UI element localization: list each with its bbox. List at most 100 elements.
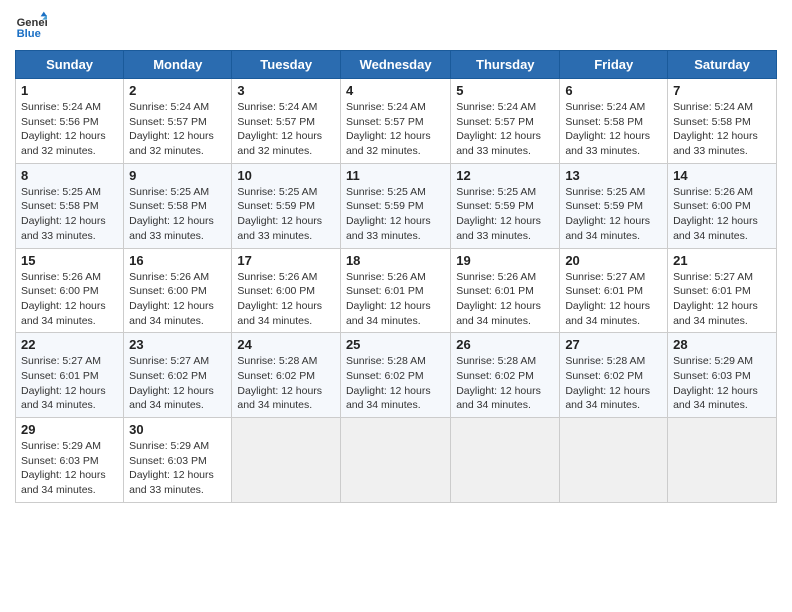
day-number: 29 — [21, 422, 118, 437]
day-number: 20 — [565, 253, 662, 268]
calendar-cell: 28 Sunrise: 5:29 AM Sunset: 6:03 PM Dayl… — [668, 333, 777, 418]
svg-text:General: General — [17, 17, 47, 29]
day-info: Sunrise: 5:28 AM Sunset: 6:02 PM Dayligh… — [237, 354, 335, 413]
calendar-cell: 1 Sunrise: 5:24 AM Sunset: 5:56 PM Dayli… — [16, 79, 124, 164]
day-headers-row: SundayMondayTuesdayWednesdayThursdayFrid… — [16, 51, 777, 79]
calendar-cell: 30 Sunrise: 5:29 AM Sunset: 6:03 PM Dayl… — [124, 418, 232, 503]
day-number: 8 — [21, 168, 118, 183]
day-info: Sunrise: 5:24 AM Sunset: 5:58 PM Dayligh… — [673, 100, 771, 159]
column-header-saturday: Saturday — [668, 51, 777, 79]
calendar-table: SundayMondayTuesdayWednesdayThursdayFrid… — [15, 50, 777, 503]
day-info: Sunrise: 5:25 AM Sunset: 5:59 PM Dayligh… — [237, 185, 335, 244]
column-header-tuesday: Tuesday — [232, 51, 341, 79]
calendar-cell: 7 Sunrise: 5:24 AM Sunset: 5:58 PM Dayli… — [668, 79, 777, 164]
calendar-cell: 24 Sunrise: 5:28 AM Sunset: 6:02 PM Dayl… — [232, 333, 341, 418]
calendar-cell: 18 Sunrise: 5:26 AM Sunset: 6:01 PM Dayl… — [340, 248, 450, 333]
calendar-cell: 25 Sunrise: 5:28 AM Sunset: 6:02 PM Dayl… — [340, 333, 450, 418]
calendar-cell — [668, 418, 777, 503]
day-number: 14 — [673, 168, 771, 183]
day-number: 28 — [673, 337, 771, 352]
calendar-cell: 4 Sunrise: 5:24 AM Sunset: 5:57 PM Dayli… — [340, 79, 450, 164]
day-number: 3 — [237, 83, 335, 98]
day-number: 22 — [21, 337, 118, 352]
day-info: Sunrise: 5:25 AM Sunset: 5:58 PM Dayligh… — [21, 185, 118, 244]
day-number: 25 — [346, 337, 445, 352]
day-info: Sunrise: 5:25 AM Sunset: 5:59 PM Dayligh… — [565, 185, 662, 244]
column-header-thursday: Thursday — [451, 51, 560, 79]
calendar-cell: 19 Sunrise: 5:26 AM Sunset: 6:01 PM Dayl… — [451, 248, 560, 333]
day-number: 16 — [129, 253, 226, 268]
day-info: Sunrise: 5:25 AM Sunset: 5:59 PM Dayligh… — [456, 185, 554, 244]
logo: General Blue — [15, 10, 51, 42]
calendar-cell: 12 Sunrise: 5:25 AM Sunset: 5:59 PM Dayl… — [451, 163, 560, 248]
day-info: Sunrise: 5:25 AM Sunset: 5:58 PM Dayligh… — [129, 185, 226, 244]
calendar-cell: 20 Sunrise: 5:27 AM Sunset: 6:01 PM Dayl… — [560, 248, 668, 333]
day-info: Sunrise: 5:26 AM Sunset: 6:00 PM Dayligh… — [673, 185, 771, 244]
calendar-cell: 5 Sunrise: 5:24 AM Sunset: 5:57 PM Dayli… — [451, 79, 560, 164]
day-number: 5 — [456, 83, 554, 98]
day-info: Sunrise: 5:28 AM Sunset: 6:02 PM Dayligh… — [346, 354, 445, 413]
day-number: 19 — [456, 253, 554, 268]
day-info: Sunrise: 5:24 AM Sunset: 5:57 PM Dayligh… — [129, 100, 226, 159]
calendar-cell: 6 Sunrise: 5:24 AM Sunset: 5:58 PM Dayli… — [560, 79, 668, 164]
day-info: Sunrise: 5:24 AM Sunset: 5:57 PM Dayligh… — [346, 100, 445, 159]
calendar-week-3: 15 Sunrise: 5:26 AM Sunset: 6:00 PM Dayl… — [16, 248, 777, 333]
calendar-cell: 8 Sunrise: 5:25 AM Sunset: 5:58 PM Dayli… — [16, 163, 124, 248]
day-info: Sunrise: 5:24 AM Sunset: 5:57 PM Dayligh… — [456, 100, 554, 159]
calendar-cell: 15 Sunrise: 5:26 AM Sunset: 6:00 PM Dayl… — [16, 248, 124, 333]
day-number: 2 — [129, 83, 226, 98]
day-number: 24 — [237, 337, 335, 352]
calendar-week-4: 22 Sunrise: 5:27 AM Sunset: 6:01 PM Dayl… — [16, 333, 777, 418]
page-header: General Blue — [15, 10, 777, 42]
column-header-sunday: Sunday — [16, 51, 124, 79]
calendar-cell: 23 Sunrise: 5:27 AM Sunset: 6:02 PM Dayl… — [124, 333, 232, 418]
calendar-cell: 3 Sunrise: 5:24 AM Sunset: 5:57 PM Dayli… — [232, 79, 341, 164]
calendar-cell: 17 Sunrise: 5:26 AM Sunset: 6:00 PM Dayl… — [232, 248, 341, 333]
day-number: 17 — [237, 253, 335, 268]
calendar-cell: 9 Sunrise: 5:25 AM Sunset: 5:58 PM Dayli… — [124, 163, 232, 248]
day-number: 1 — [21, 83, 118, 98]
day-number: 21 — [673, 253, 771, 268]
day-info: Sunrise: 5:24 AM Sunset: 5:58 PM Dayligh… — [565, 100, 662, 159]
day-info: Sunrise: 5:26 AM Sunset: 6:00 PM Dayligh… — [237, 270, 335, 329]
day-info: Sunrise: 5:24 AM Sunset: 5:57 PM Dayligh… — [237, 100, 335, 159]
day-info: Sunrise: 5:27 AM Sunset: 6:01 PM Dayligh… — [673, 270, 771, 329]
day-number: 27 — [565, 337, 662, 352]
column-header-friday: Friday — [560, 51, 668, 79]
day-number: 23 — [129, 337, 226, 352]
day-number: 18 — [346, 253, 445, 268]
day-info: Sunrise: 5:28 AM Sunset: 6:02 PM Dayligh… — [456, 354, 554, 413]
calendar-cell: 29 Sunrise: 5:29 AM Sunset: 6:03 PM Dayl… — [16, 418, 124, 503]
calendar-week-1: 1 Sunrise: 5:24 AM Sunset: 5:56 PM Dayli… — [16, 79, 777, 164]
calendar-cell: 21 Sunrise: 5:27 AM Sunset: 6:01 PM Dayl… — [668, 248, 777, 333]
day-info: Sunrise: 5:27 AM Sunset: 6:02 PM Dayligh… — [129, 354, 226, 413]
day-info: Sunrise: 5:28 AM Sunset: 6:02 PM Dayligh… — [565, 354, 662, 413]
calendar-cell: 22 Sunrise: 5:27 AM Sunset: 6:01 PM Dayl… — [16, 333, 124, 418]
day-info: Sunrise: 5:26 AM Sunset: 6:01 PM Dayligh… — [346, 270, 445, 329]
day-number: 30 — [129, 422, 226, 437]
calendar-cell: 13 Sunrise: 5:25 AM Sunset: 5:59 PM Dayl… — [560, 163, 668, 248]
day-info: Sunrise: 5:25 AM Sunset: 5:59 PM Dayligh… — [346, 185, 445, 244]
day-number: 7 — [673, 83, 771, 98]
day-number: 6 — [565, 83, 662, 98]
day-number: 13 — [565, 168, 662, 183]
calendar-cell: 11 Sunrise: 5:25 AM Sunset: 5:59 PM Dayl… — [340, 163, 450, 248]
day-info: Sunrise: 5:26 AM Sunset: 6:01 PM Dayligh… — [456, 270, 554, 329]
day-info: Sunrise: 5:26 AM Sunset: 6:00 PM Dayligh… — [129, 270, 226, 329]
calendar-cell — [560, 418, 668, 503]
logo-icon: General Blue — [15, 10, 47, 42]
calendar-cell: 2 Sunrise: 5:24 AM Sunset: 5:57 PM Dayli… — [124, 79, 232, 164]
day-info: Sunrise: 5:26 AM Sunset: 6:00 PM Dayligh… — [21, 270, 118, 329]
calendar-cell: 16 Sunrise: 5:26 AM Sunset: 6:00 PM Dayl… — [124, 248, 232, 333]
day-number: 12 — [456, 168, 554, 183]
day-number: 26 — [456, 337, 554, 352]
calendar-cell: 26 Sunrise: 5:28 AM Sunset: 6:02 PM Dayl… — [451, 333, 560, 418]
calendar-cell — [232, 418, 341, 503]
column-header-wednesday: Wednesday — [340, 51, 450, 79]
svg-text:Blue: Blue — [17, 28, 41, 40]
day-info: Sunrise: 5:29 AM Sunset: 6:03 PM Dayligh… — [21, 439, 118, 498]
calendar-cell — [451, 418, 560, 503]
day-info: Sunrise: 5:27 AM Sunset: 6:01 PM Dayligh… — [21, 354, 118, 413]
day-number: 11 — [346, 168, 445, 183]
column-header-monday: Monday — [124, 51, 232, 79]
